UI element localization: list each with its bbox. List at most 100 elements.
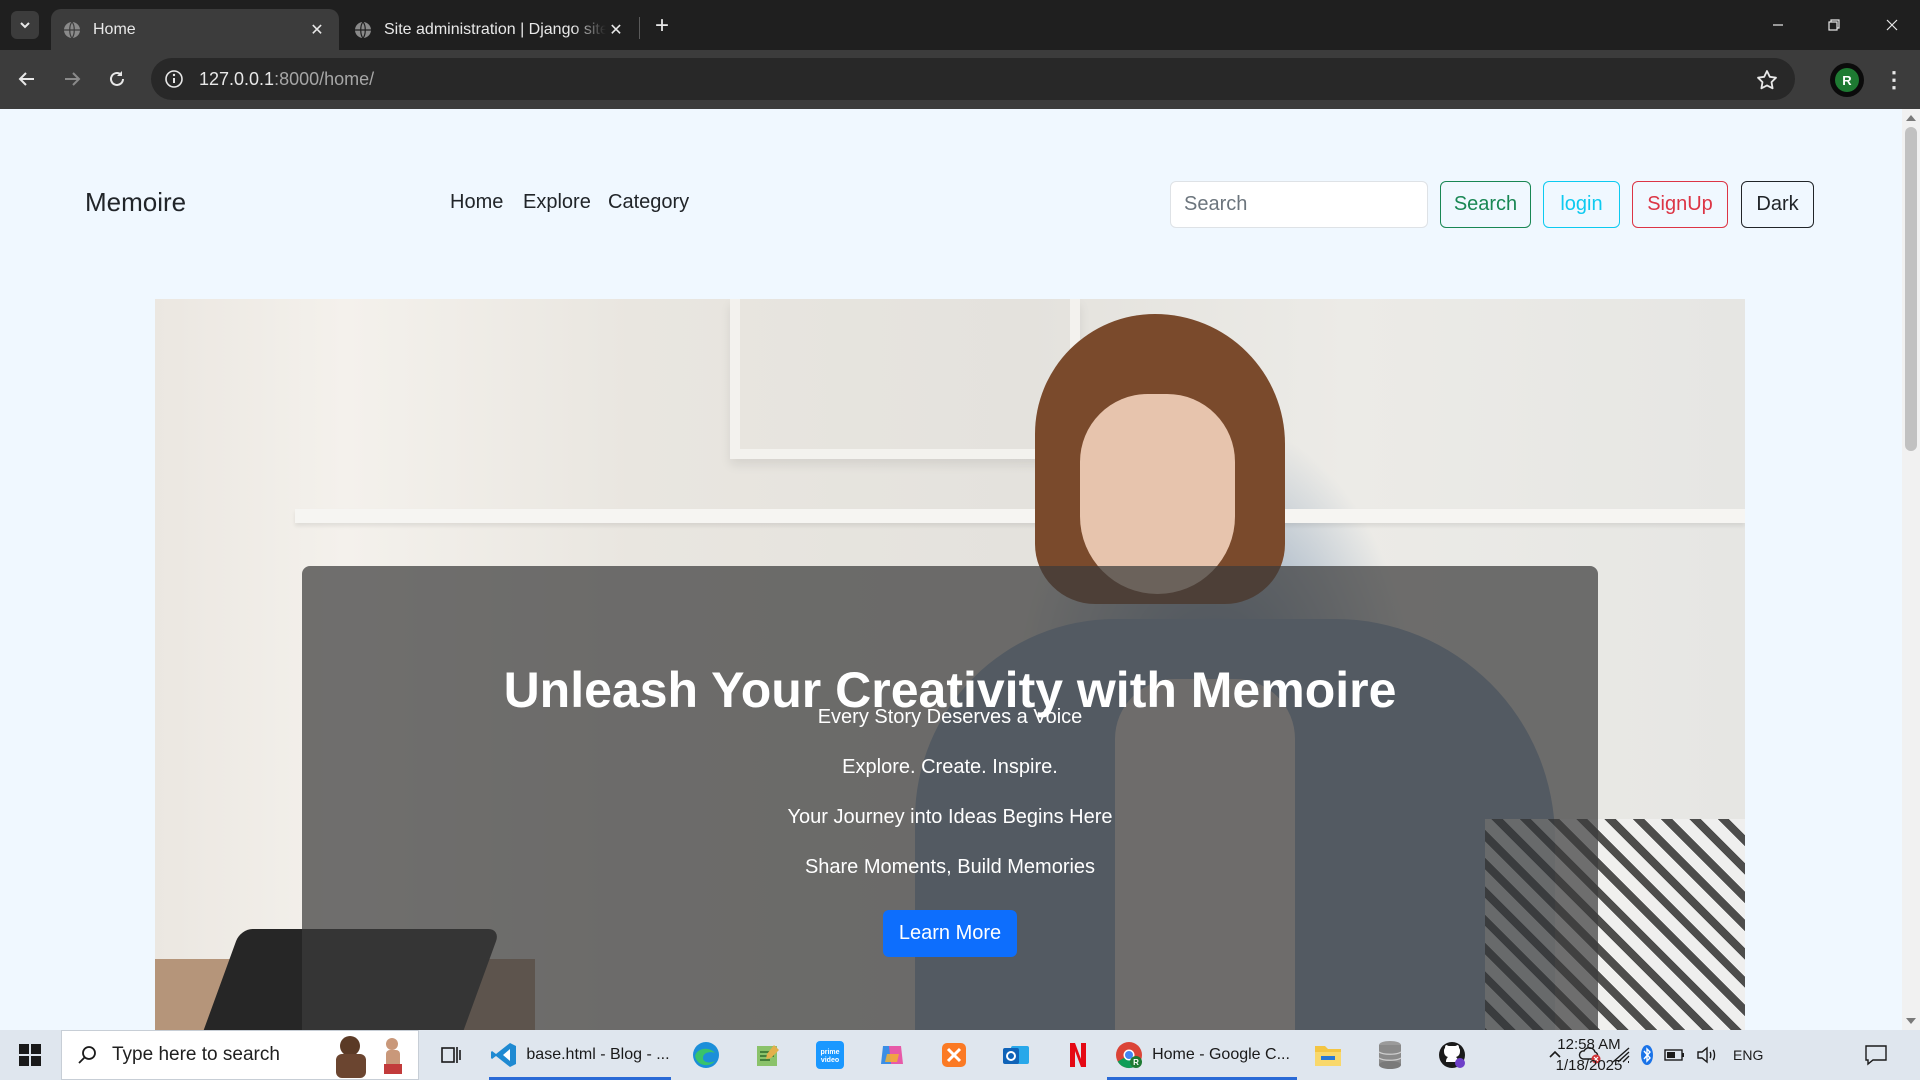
search-icon bbox=[78, 1046, 96, 1064]
page-scrollbar[interactable] bbox=[1902, 109, 1920, 1030]
hero-wall-frame bbox=[730, 299, 1080, 459]
address-bar[interactable]: 127.0.0.1:8000/home/ bbox=[151, 58, 1795, 100]
volume-icon[interactable] bbox=[1696, 1030, 1718, 1080]
bookmark-star-icon[interactable] bbox=[1755, 68, 1779, 92]
taskbar-clock[interactable]: 12:58 AM 1/18/2025 bbox=[1534, 1034, 1644, 1076]
github-icon bbox=[1439, 1042, 1465, 1068]
copilot-icon bbox=[881, 1046, 903, 1064]
input-language[interactable]: ENG bbox=[1733, 1030, 1763, 1080]
tab-title: Site administration | Django site admin bbox=[384, 20, 606, 38]
globe-icon bbox=[64, 21, 80, 38]
restore-icon bbox=[1828, 19, 1840, 31]
taskbar-app-label: base.html - Blog - ... bbox=[526, 1046, 670, 1063]
taskbar-app-github-desktop[interactable] bbox=[1432, 1030, 1472, 1080]
battery-icon[interactable] bbox=[1664, 1030, 1686, 1080]
taskbar-app-label: Home - Google C... bbox=[1152, 1046, 1290, 1063]
dark-mode-button[interactable]: Dark bbox=[1741, 181, 1814, 228]
clock-date: 1/18/2025 bbox=[1555, 1057, 1623, 1074]
profile-avatar[interactable]: R bbox=[1830, 63, 1864, 97]
notepad-icon bbox=[757, 1045, 779, 1066]
svg-text:R: R bbox=[1133, 1058, 1139, 1067]
profile-initial: R bbox=[1835, 68, 1859, 92]
close-icon[interactable]: ✕ bbox=[606, 20, 626, 40]
task-view-button[interactable] bbox=[430, 1030, 470, 1080]
xampp-icon bbox=[942, 1043, 966, 1067]
browser-tab-strip: Home ✕ Site administration | Django site… bbox=[0, 0, 1920, 50]
edge-icon bbox=[693, 1042, 719, 1068]
search-input[interactable] bbox=[1170, 181, 1428, 228]
tab-django-admin[interactable]: Site administration | Django site admin … bbox=[342, 9, 638, 50]
globe-icon bbox=[355, 21, 371, 38]
site-info-icon[interactable] bbox=[163, 68, 185, 90]
chrome-icon: R bbox=[1116, 1042, 1143, 1069]
hero-tagline: Every Story Deserves a Voice bbox=[817, 706, 1083, 728]
taskbar-app-outlook[interactable] bbox=[996, 1030, 1036, 1080]
task-view-icon bbox=[441, 1047, 461, 1063]
restore-button[interactable] bbox=[1806, 0, 1862, 50]
svg-text:video: video bbox=[821, 1057, 839, 1064]
new-tab-button[interactable]: + bbox=[648, 12, 676, 40]
learn-more-button[interactable]: Learn More bbox=[883, 910, 1017, 957]
vscode-icon bbox=[491, 1043, 517, 1067]
minimize-button[interactable] bbox=[1750, 0, 1806, 50]
hero-tagline: Share Moments, Build Memories bbox=[804, 856, 1096, 878]
start-button[interactable] bbox=[0, 1030, 60, 1080]
scroll-up-arrow-icon[interactable] bbox=[1906, 115, 1916, 121]
windows-logo-icon bbox=[19, 1044, 41, 1066]
url-path: :8000/home/ bbox=[274, 68, 375, 89]
nav-link-category[interactable]: Category bbox=[608, 191, 689, 214]
arrow-left-icon bbox=[18, 72, 34, 86]
prime-video-icon: primevideo bbox=[816, 1041, 844, 1069]
search-highlight-image bbox=[336, 1036, 402, 1078]
taskbar-app-prime-video[interactable]: prime video bbox=[810, 1030, 850, 1080]
hero-tagline: Your Journey into Ideas Begins Here bbox=[787, 806, 1113, 828]
forward-button[interactable] bbox=[56, 63, 88, 95]
site-brand[interactable]: Memoire bbox=[85, 187, 186, 218]
clock-time: 12:58 AM bbox=[1557, 1036, 1621, 1053]
database-icon bbox=[1378, 1041, 1402, 1069]
outlook-icon bbox=[1003, 1046, 1029, 1064]
close-icon bbox=[1886, 19, 1898, 31]
scrollbar-thumb[interactable] bbox=[1905, 127, 1917, 451]
tab-home[interactable]: Home ✕ bbox=[51, 9, 339, 50]
arrow-right-icon bbox=[65, 72, 81, 86]
hero-tagline: Explore. Create. Inspire. bbox=[842, 756, 1058, 778]
close-window-button[interactable] bbox=[1864, 0, 1920, 50]
chevron-down-icon bbox=[20, 22, 30, 29]
back-button[interactable] bbox=[11, 63, 43, 95]
hero-person-face bbox=[1080, 394, 1235, 594]
url-host: 127.0.0.1 bbox=[199, 68, 275, 89]
nav-link-explore[interactable]: Explore bbox=[523, 191, 591, 214]
tab-divider bbox=[639, 17, 640, 39]
hero-wall-molding bbox=[295, 509, 1745, 523]
minimize-icon bbox=[1773, 24, 1783, 26]
taskbar-app-netflix[interactable] bbox=[1058, 1030, 1098, 1080]
tab-search-button[interactable] bbox=[11, 11, 39, 39]
taskbar-app-xampp[interactable] bbox=[934, 1030, 974, 1080]
taskbar-app-file-explorer[interactable] bbox=[1308, 1030, 1348, 1080]
close-icon[interactable]: ✕ bbox=[307, 20, 327, 40]
browser-toolbar: 127.0.0.1:8000/home/ R ⋮ bbox=[0, 50, 1920, 109]
scroll-down-arrow-icon[interactable] bbox=[1906, 1018, 1916, 1024]
taskbar-app-database[interactable] bbox=[1370, 1030, 1410, 1080]
taskbar-app-copilot[interactable] bbox=[872, 1030, 912, 1080]
browser-menu-icon[interactable]: ⋮ bbox=[1882, 65, 1906, 95]
search-button[interactable]: Search bbox=[1440, 181, 1531, 228]
folder-icon bbox=[1315, 1046, 1341, 1066]
svg-text:prime: prime bbox=[820, 1049, 839, 1056]
tab-title: Home bbox=[93, 20, 136, 38]
reload-button[interactable] bbox=[101, 63, 133, 95]
page-viewport: Memoire Home Explore Category Search log… bbox=[0, 109, 1920, 1030]
taskbar-app-vscode[interactable]: base.html - Blog - ... bbox=[489, 1030, 671, 1080]
hero-overlay: Unleash Your Creativity with Memoire Eve… bbox=[302, 566, 1598, 1030]
notifications-icon[interactable] bbox=[1864, 1030, 1888, 1080]
windows-taskbar: Type here to search base.html - Blog - .… bbox=[0, 1030, 1920, 1080]
taskbar-app-notepad[interactable] bbox=[748, 1030, 788, 1080]
taskbar-app-chrome[interactable]: R Home - Google C... bbox=[1107, 1030, 1297, 1080]
reload-icon bbox=[110, 71, 124, 86]
login-button[interactable]: login bbox=[1543, 181, 1620, 228]
taskbar-search-box[interactable]: Type here to search bbox=[61, 1030, 419, 1080]
taskbar-app-edge[interactable] bbox=[686, 1030, 726, 1080]
nav-link-home[interactable]: Home bbox=[450, 191, 503, 214]
signup-button[interactable]: SignUp bbox=[1632, 181, 1728, 228]
